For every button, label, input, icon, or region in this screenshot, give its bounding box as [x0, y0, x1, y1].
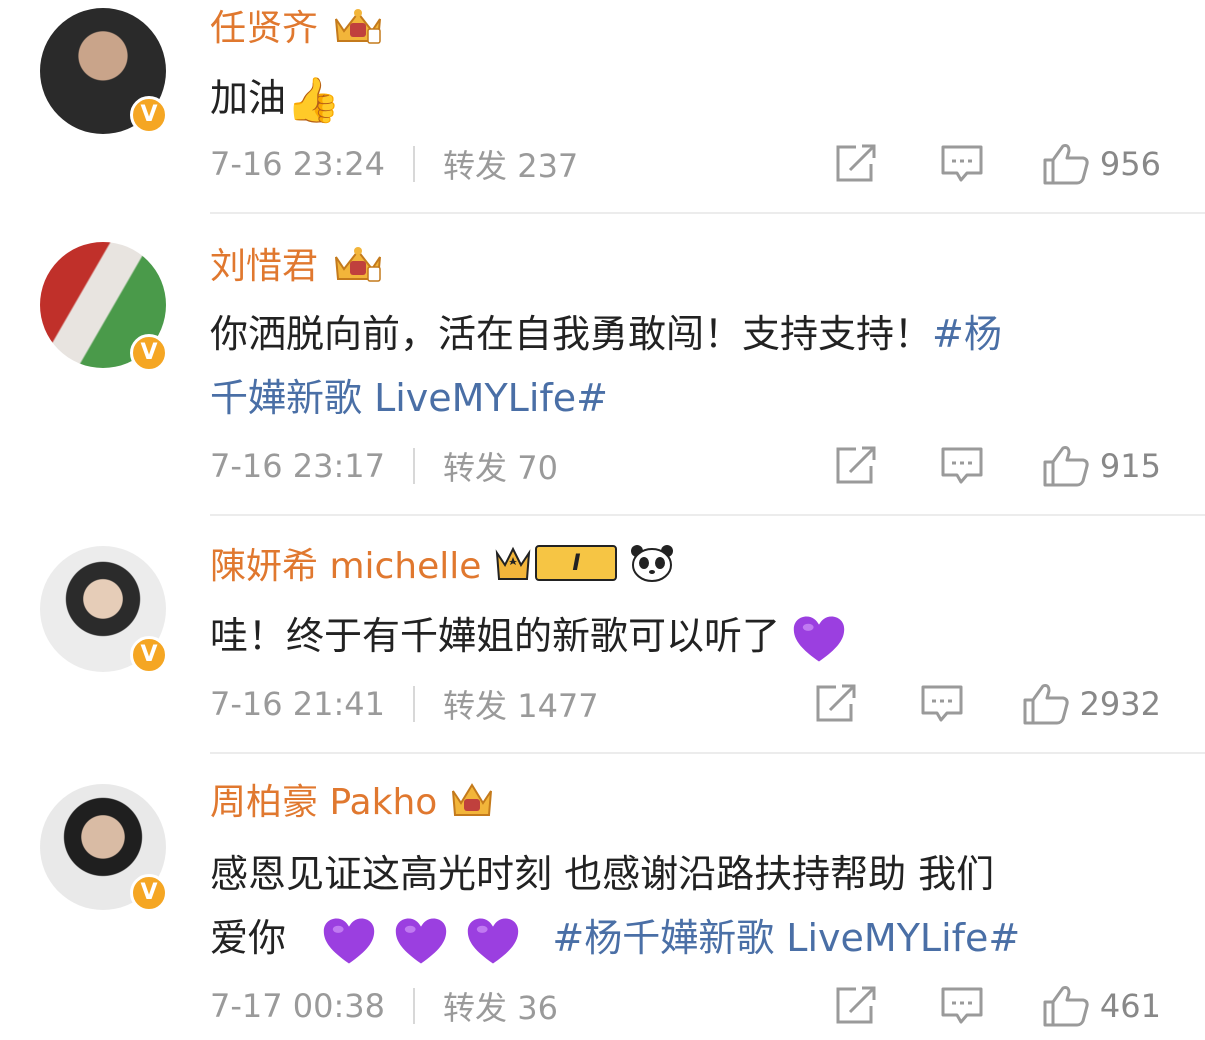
- timestamp: 7-16 23:24: [210, 145, 386, 183]
- author-row: 周柏豪 Pakho: [210, 774, 495, 824]
- like-icon[interactable]: [1042, 984, 1090, 1028]
- forward-label: 转发: [443, 989, 508, 1027]
- like-icon[interactable]: [1022, 682, 1070, 726]
- author-name[interactable]: 刘惜君: [210, 237, 318, 289]
- forward-link[interactable]: 转发 1477: [443, 681, 599, 727]
- comment-text: 你洒脱向前，活在自我勇敢闯！支持支持！#杨 千嬅新歌 LiveMYLife#: [210, 302, 1170, 430]
- purple-heart-icon: [466, 916, 520, 966]
- forward-count: 70: [517, 449, 558, 487]
- separator: [210, 212, 1205, 214]
- divider: [413, 988, 416, 1024]
- purple-heart-icon: [322, 916, 376, 966]
- comment-body: 加油: [210, 76, 287, 120]
- share-icon[interactable]: [834, 446, 878, 486]
- comment-text: 加油👍: [210, 66, 1170, 133]
- verified-badge-icon: V: [130, 96, 168, 134]
- like-count: 2932: [1079, 685, 1161, 723]
- divider: [413, 146, 416, 182]
- author-row: 刘惜君: [210, 238, 386, 288]
- comment-icon[interactable]: [940, 446, 984, 486]
- purple-heart-icon: [394, 916, 448, 966]
- verified-badge-icon: V: [130, 334, 168, 372]
- divider: [413, 686, 416, 722]
- purple-heart-icon: [792, 614, 846, 664]
- author-row: 陳妍希 michelle I: [210, 538, 675, 588]
- hashtag-link-continued[interactable]: 千嬅新歌 LiveMYLife#: [210, 376, 608, 420]
- verified-badge-icon: V: [130, 874, 168, 912]
- like-count: 956: [1099, 145, 1161, 183]
- comment-body: 哇！终于有千嬅姐的新歌可以听了: [210, 614, 781, 658]
- comment-icon[interactable]: [920, 684, 964, 724]
- verified-badge-icon: V: [130, 636, 168, 674]
- comment-text: 感恩见证这高光时刻 也感谢沿路扶持帮助 我们 爱你 #杨千嬅新歌 LiveMYL…: [210, 842, 1170, 970]
- like-icon[interactable]: [1042, 142, 1090, 186]
- comment-meta: 7-17 00:38 转发 36 461: [210, 978, 1161, 1034]
- share-icon[interactable]: [834, 986, 878, 1026]
- author-row: 任贤齐: [210, 0, 386, 50]
- forward-count: 1477: [517, 687, 599, 725]
- crown-icon: [330, 5, 386, 45]
- thumbs-up-icon: 👍: [286, 74, 341, 126]
- crown-icon: [452, 783, 493, 816]
- author-name[interactable]: 任贤齐: [210, 0, 318, 51]
- forward-label: 转发: [443, 147, 508, 185]
- divider: [413, 448, 416, 484]
- timestamp: 7-16 21:41: [210, 685, 386, 723]
- forward-link[interactable]: 转发 36: [443, 983, 558, 1029]
- comment-meta: 7-16 21:41 转发 1477 2932: [210, 676, 1161, 732]
- comment-meta: 7-16 23:24 转发 237 956: [210, 136, 1161, 192]
- share-icon[interactable]: [814, 684, 858, 724]
- hashtag-link[interactable]: #杨: [932, 312, 1002, 356]
- level-badge: I: [535, 545, 618, 581]
- author-name[interactable]: 周柏豪 Pakho: [210, 773, 437, 825]
- timestamp: 7-17 00:38: [210, 987, 386, 1025]
- like-icon[interactable]: [1042, 444, 1090, 488]
- comment-text: 哇！终于有千嬅姐的新歌可以听了: [210, 604, 1170, 668]
- like-count: 915: [1099, 447, 1161, 485]
- forward-link[interactable]: 转发 237: [443, 141, 578, 187]
- comment-body-line2: 爱你: [210, 916, 287, 960]
- panda-icon: [631, 545, 674, 582]
- comment-meta: 7-16 23:17 转发 70 915: [210, 438, 1161, 494]
- author-name[interactable]: 陳妍希 michelle: [210, 537, 481, 589]
- comment-icon[interactable]: [940, 144, 984, 184]
- forward-link[interactable]: 转发 70: [443, 443, 558, 489]
- comment-body: 你洒脱向前，活在自我勇敢闯！支持支持！: [210, 312, 933, 356]
- crown-icon: [330, 243, 386, 283]
- forward-count: 237: [517, 147, 579, 185]
- comment-icon[interactable]: [940, 986, 984, 1026]
- share-icon[interactable]: [834, 144, 878, 184]
- crown-icon: [496, 546, 531, 580]
- comment-feed: V 任贤齐 加油👍 7-16 23:24 转发 237 956 V 刘惜君 你洒…: [0, 0, 1205, 1040]
- hashtag-link[interactable]: #杨千嬅新歌 LiveMYLife#: [552, 916, 1020, 960]
- forward-count: 36: [517, 989, 558, 1027]
- separator: [210, 514, 1205, 516]
- separator: [210, 752, 1205, 754]
- forward-label: 转发: [443, 449, 508, 487]
- comment-body-line1: 感恩见证这高光时刻 也感谢沿路扶持帮助 我们: [210, 852, 995, 896]
- timestamp: 7-16 23:17: [210, 447, 386, 485]
- like-count: 461: [1099, 987, 1161, 1025]
- forward-label: 转发: [443, 687, 508, 725]
